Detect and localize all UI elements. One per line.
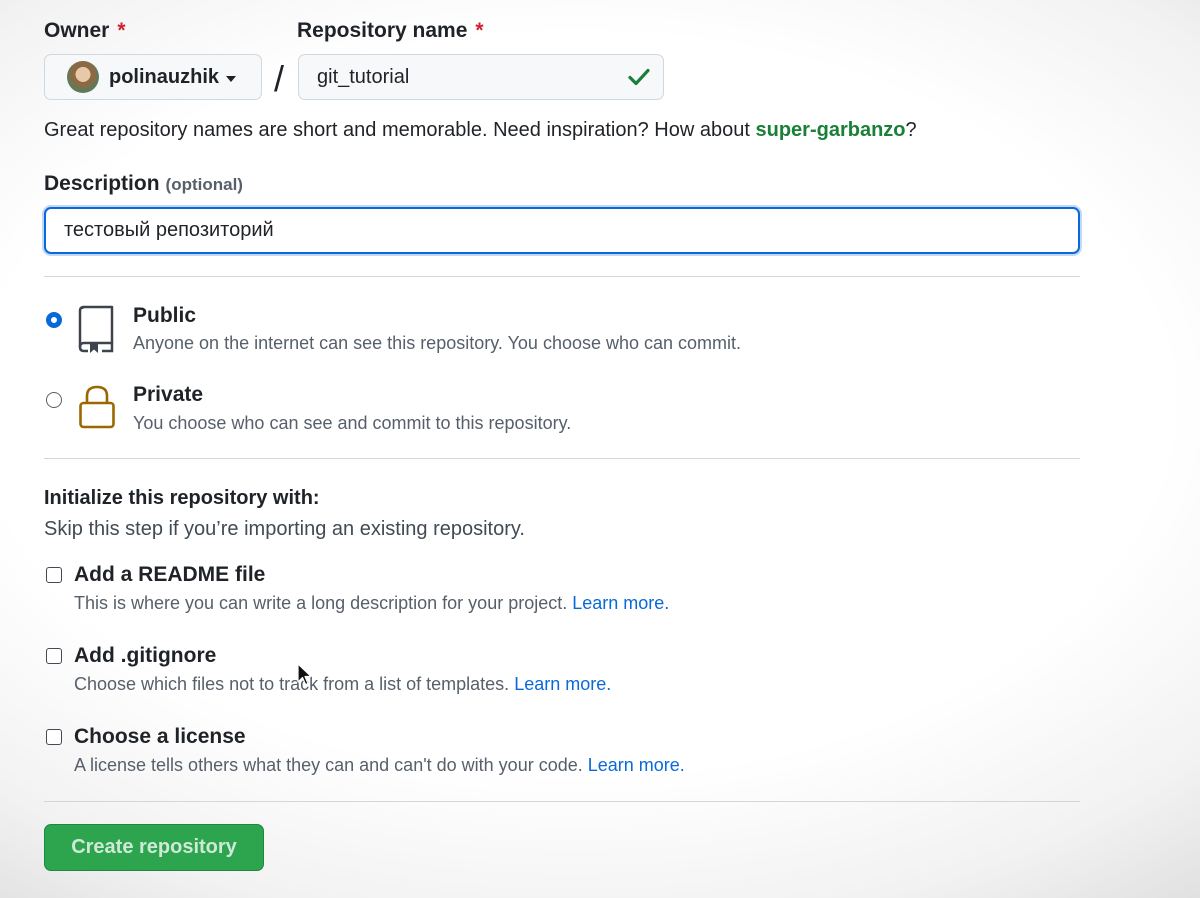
license-label[interactable]: Choose a license [74,725,246,749]
init-title: Initialize this repository with: [44,487,320,509]
readme-checkbox[interactable] [46,567,62,583]
gitignore-desc: Choose which files not to track from a l… [74,674,612,694]
readme-label[interactable]: Add a README file [74,563,265,587]
repo-name-input[interactable]: git_tutorial [298,54,664,100]
visibility-public-radio[interactable] [46,312,62,328]
description-label: Description (optional) [44,172,243,195]
visibility-private-title: Private [133,383,204,406]
visibility-private-radio[interactable] [46,392,62,408]
repo-icon [78,305,114,353]
visibility-private-desc: You choose who can see and commit to thi… [133,413,572,433]
divider [44,276,1080,277]
gitignore-learn-more-link[interactable]: Learn more. [514,674,611,694]
readme-learn-more-link[interactable]: Learn more. [572,593,669,613]
license-learn-more-link[interactable]: Learn more. [588,755,685,775]
gitignore-label[interactable]: Add .gitignore [74,644,216,668]
avatar [67,61,99,93]
readme-desc: This is where you can write a long descr… [74,593,670,613]
repo-name-value: git_tutorial [317,65,410,88]
repo-name-hint: Great repository names are short and mem… [44,119,917,141]
lock-icon [79,385,115,429]
name-suggestion-link[interactable]: super-garbanzo [755,119,905,141]
required-mark: * [475,19,484,42]
owner-repo-separator: / [274,58,285,99]
cursor-icon [297,663,312,686]
visibility-public-desc: Anyone on the internet can see this repo… [133,333,742,353]
license-desc: A license tells others what they can and… [74,755,685,775]
divider [44,801,1080,802]
chevron-down-icon [226,75,236,82]
init-subtitle: Skip this step if you’re importing an ex… [44,518,525,540]
description-value: тестовый репозиторий [64,219,274,241]
divider [44,458,1080,459]
owner-dropdown[interactable]: polinauzhik [44,54,262,100]
owner-label: Owner * [44,19,126,42]
description-input[interactable]: тестовый репозиторий [44,207,1080,254]
repo-name-label: Repository name * [297,19,484,42]
optional-tag: (optional) [165,175,243,194]
required-mark: * [117,19,126,42]
owner-username: polinauzhik [109,65,219,88]
create-repository-button[interactable]: Create repository [44,824,264,871]
check-icon [628,68,650,86]
visibility-public-title: Public [133,304,197,327]
license-checkbox[interactable] [46,729,62,745]
gitignore-checkbox[interactable] [46,648,62,664]
